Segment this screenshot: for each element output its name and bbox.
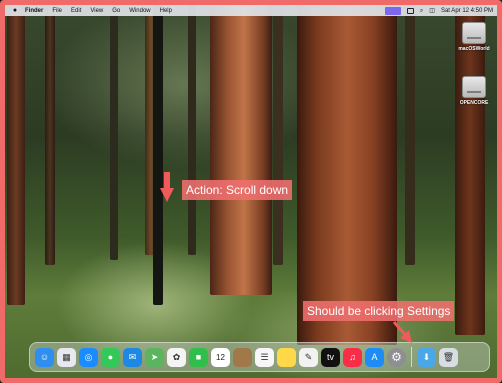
status-highlight-icon[interactable] bbox=[384, 6, 401, 15]
desktop-icon-label: OPENCORE bbox=[459, 100, 489, 106]
menu-help[interactable]: Help bbox=[160, 8, 172, 14]
dock-app-store-icon[interactable]: A bbox=[365, 347, 384, 367]
status-area: ⌕ ◫ Sat Apr 12 4:50 PM bbox=[384, 6, 493, 15]
dock-notes-brown-icon[interactable] bbox=[233, 347, 252, 367]
tree-trunk bbox=[110, 5, 118, 260]
control-center-icon[interactable]: ◫ bbox=[429, 8, 435, 14]
drive-icon bbox=[462, 76, 486, 98]
menu-clock[interactable]: Sat Apr 12 4:50 PM bbox=[441, 8, 493, 14]
tree-trunk bbox=[188, 5, 196, 255]
dock-launchpad-icon[interactable]: ▦ bbox=[57, 347, 76, 367]
dock-freeform-icon[interactable]: ✎ bbox=[299, 347, 318, 367]
tree-trunk bbox=[297, 5, 397, 345]
scroll-arrow-icon bbox=[160, 172, 174, 202]
desktop-icon-label: macOSWorld bbox=[458, 46, 490, 52]
dock-maps-icon[interactable]: ➤ bbox=[145, 347, 164, 367]
feedback-annotation: Should be clicking Settings bbox=[303, 301, 455, 321]
dock-trash-icon[interactable]: 🗑 bbox=[439, 347, 458, 367]
dock-reminders-icon[interactable]: ☰ bbox=[255, 347, 274, 367]
tree-trunk bbox=[45, 5, 55, 265]
dock-photos-icon[interactable]: ✿ bbox=[167, 347, 186, 367]
menu-bar: ● Finder File Edit View Go Window Help ⌕… bbox=[5, 5, 497, 16]
screen-record-icon[interactable] bbox=[406, 7, 414, 14]
action-annotation: Action: Scroll down bbox=[182, 180, 293, 200]
menu-edit[interactable]: Edit bbox=[71, 8, 81, 14]
dock-downloads-folder-icon[interactable]: ⬇ bbox=[417, 347, 436, 367]
dock: ☺ ▦ ◎ ● ✉ ➤ ✿ ■ 12 ☰ ✎ tv ♫ A ⚙ ⬇ 🗑 bbox=[29, 342, 490, 372]
dock-tv-icon[interactable]: tv bbox=[321, 347, 340, 367]
pointer-arrow-icon bbox=[392, 321, 412, 343]
menu-app-name[interactable]: Finder bbox=[25, 8, 43, 14]
tree-trunk bbox=[7, 5, 25, 305]
dock-facetime-icon[interactable]: ■ bbox=[189, 347, 208, 367]
dock-system-settings-icon[interactable]: ⚙ bbox=[387, 347, 406, 367]
dock-notes-icon[interactable] bbox=[277, 347, 296, 367]
tree-trunk bbox=[153, 5, 163, 305]
apple-icon[interactable]: ● bbox=[11, 7, 19, 15]
tree-trunk bbox=[273, 5, 283, 265]
dock-mail-icon[interactable]: ✉ bbox=[123, 347, 142, 367]
menu-window[interactable]: Window bbox=[129, 8, 150, 14]
dock-messages-icon[interactable]: ● bbox=[101, 347, 120, 367]
dock-music-icon[interactable]: ♫ bbox=[343, 347, 362, 367]
dock-safari-icon[interactable]: ◎ bbox=[79, 347, 98, 367]
menu-go[interactable]: Go bbox=[112, 8, 120, 14]
menu-view[interactable]: View bbox=[90, 8, 103, 14]
menu-file[interactable]: File bbox=[52, 8, 62, 14]
tree-trunk bbox=[405, 5, 415, 265]
tree-trunk bbox=[455, 5, 485, 335]
dock-finder-icon[interactable]: ☺ bbox=[35, 347, 54, 367]
tree-trunk bbox=[210, 5, 272, 295]
desktop-icon-macosworld[interactable]: macOSWorld bbox=[454, 22, 494, 52]
search-icon[interactable]: ⌕ bbox=[420, 8, 423, 14]
drive-icon bbox=[462, 22, 486, 44]
dock-separator bbox=[411, 347, 412, 367]
dock-calendar-icon[interactable]: 12 bbox=[211, 347, 230, 367]
desktop-icon-opencore[interactable]: OPENCORE bbox=[454, 76, 494, 106]
